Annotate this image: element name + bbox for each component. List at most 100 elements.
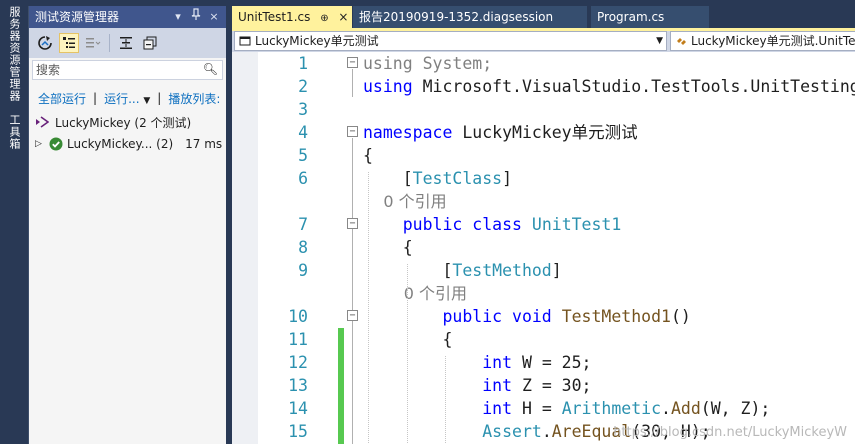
indent-guide [407, 264, 408, 444]
code-line[interactable]: 3 [232, 98, 855, 121]
project-combo-label: LuckyMickey单元测试 [255, 34, 379, 48]
code-line[interactable]: 8 { [232, 236, 855, 259]
code-token: . [661, 399, 671, 418]
line-number: 9 [298, 261, 308, 280]
code-token: ] [502, 169, 513, 188]
server-explorer-tab[interactable]: 服务器资源管理器 [4, 6, 24, 102]
playlist-icon [86, 38, 101, 48]
code-token: [ [363, 169, 413, 188]
reference-count[interactable]: 0 个引用 [363, 284, 467, 303]
code-token: using System; [363, 54, 493, 73]
code-token: Z = 30; [512, 376, 592, 395]
link-separator: | [93, 91, 98, 105]
fold-line [352, 69, 353, 97]
link-separator: | [157, 91, 162, 105]
navigation-bar: LuckyMickey单元测试 ▼ LuckyMickey单元测试.UnitTe… [232, 31, 855, 51]
line-number: 15 [288, 422, 308, 441]
watermark: https://blog.csdn.net/LuckyMickeyW [613, 425, 847, 440]
code-token: H = [512, 399, 562, 418]
test-explorer-title: 测试资源管理器 [35, 10, 120, 24]
collapse-button[interactable] [140, 33, 160, 53]
expand-all-button[interactable] [116, 33, 136, 53]
refresh-button[interactable] [35, 33, 55, 53]
group-by-button[interactable] [59, 33, 79, 53]
run-all-link[interactable]: 全部运行 [38, 90, 86, 107]
test-project-icon [33, 116, 51, 128]
code-line[interactable]: 14 int H = Arithmetic.Add(W, Z); [232, 397, 855, 420]
tree-group-duration: 17 ms [185, 137, 223, 151]
search-input[interactable] [36, 63, 186, 77]
tab-unittest1[interactable]: UnitTest1.cs ⊕ × [232, 6, 352, 28]
toolbox-tab[interactable]: 工具箱 [4, 114, 24, 150]
code-line[interactable]: 0 个引用 [232, 190, 855, 213]
line-number: 10 [288, 307, 308, 326]
line-number: 2 [298, 77, 308, 96]
expand-arrow-icon[interactable]: ▷ [35, 139, 49, 149]
playlist-button[interactable] [83, 33, 103, 53]
line-number: 11 [288, 330, 308, 349]
tree-project-label: LuckyMickey (2 个测试) [55, 115, 192, 130]
code-text: namespace LuckyMickey单元测试 [363, 121, 638, 144]
code-line[interactable]: 0 个引用 [232, 282, 855, 305]
code-line[interactable]: 6 [TestClass] [232, 167, 855, 190]
search-icon[interactable]: 🔍︎ [203, 62, 218, 76]
collapse-class-icon[interactable]: − [347, 218, 358, 229]
test-explorer-toolbar [29, 28, 226, 58]
code-text: 0 个引用 [363, 190, 446, 213]
collapse-namespace-icon[interactable]: − [347, 126, 358, 137]
test-tree: LuckyMickey (2 个测试) ▷ LuckyMickey... (2)… [29, 111, 226, 155]
code-token: Assert [363, 422, 542, 441]
code-editor[interactable]: 1 using System; 2 using Microsoft.VisualStu… [232, 51, 855, 444]
code-token: (W, Z); [700, 399, 771, 418]
code-text: [TestClass] [363, 167, 512, 190]
code-token: { [363, 146, 373, 165]
run-link[interactable]: 运行... ▼ [104, 90, 150, 107]
code-line[interactable]: 4 namespace LuckyMickey单元测试 [232, 121, 855, 144]
playlist-link[interactable]: 播放列表: [168, 90, 220, 107]
line-number: 1 [298, 54, 308, 73]
chevron-down-icon: ▼ [656, 36, 663, 46]
pin-icon[interactable] [189, 6, 203, 28]
code-token: TestMethod [452, 261, 552, 280]
reference-count[interactable]: 0 个引用 [363, 192, 446, 211]
test-explorer-title-bar: 测试资源管理器 ▾ × [29, 6, 226, 28]
search-box: 🔍︎ [32, 60, 223, 80]
code-token: . [541, 422, 552, 441]
code-token: public void [363, 307, 552, 326]
tree-row-group[interactable]: ▷ LuckyMickey... (2) 17 ms [33, 133, 226, 155]
code-token: int [363, 376, 513, 395]
code-line[interactable]: 5{ [232, 144, 855, 167]
close-tab-icon[interactable]: × [338, 10, 348, 24]
line-number: 13 [288, 376, 308, 395]
collapse-icon [143, 36, 157, 50]
tree-group-label: LuckyMickey... (2) [67, 137, 174, 151]
pin-tab-icon[interactable]: ⊕ [320, 13, 328, 24]
panel-dropdown-icon[interactable]: ▾ [171, 6, 185, 28]
collapse-using-icon[interactable]: − [347, 57, 358, 68]
code-text: public class UnitTest1 [363, 213, 622, 236]
code-line[interactable]: 1 using System; [232, 52, 855, 75]
tab-program[interactable]: Program.cs [591, 6, 709, 28]
project-combo[interactable]: LuckyMickey单元测试 ▼ [234, 31, 667, 51]
code-token: int [363, 353, 513, 372]
code-text: [TestMethod] [363, 259, 561, 282]
code-token: namespace [363, 123, 453, 142]
class-icon [677, 38, 686, 45]
code-line[interactable]: 7 public class UnitTest1 [232, 213, 855, 236]
close-panel-icon[interactable]: × [207, 6, 221, 28]
code-line[interactable]: 2 using Microsoft.VisualStudio.TestTools.… [232, 75, 855, 98]
line-number: 4 [298, 123, 308, 142]
code-line[interactable]: 11 { [232, 328, 855, 351]
code-text: int W = 25; [363, 351, 591, 374]
document-tab-strip: UnitTest1.cs ⊕ × 报告20190919-1352.diagses… [232, 6, 855, 28]
tree-row-project[interactable]: LuckyMickey (2 个测试) [33, 111, 226, 133]
change-tracking-bar [338, 328, 344, 444]
tab-diagsession[interactable]: 报告20190919-1352.diagsession [353, 6, 587, 28]
code-line[interactable]: 10 public void TestMethod1() [232, 305, 855, 328]
code-token: Microsoft.VisualStudio.TestTools.UnitTes… [412, 77, 855, 96]
code-line[interactable]: 12 int W = 25; [232, 351, 855, 374]
type-combo[interactable]: LuckyMickey单元测试.UnitTest1 [670, 31, 855, 51]
code-line[interactable]: 9 [TestMethod] [232, 259, 855, 282]
code-line[interactable]: 13 int Z = 30; [232, 374, 855, 397]
collapse-method-icon[interactable]: − [347, 310, 358, 321]
